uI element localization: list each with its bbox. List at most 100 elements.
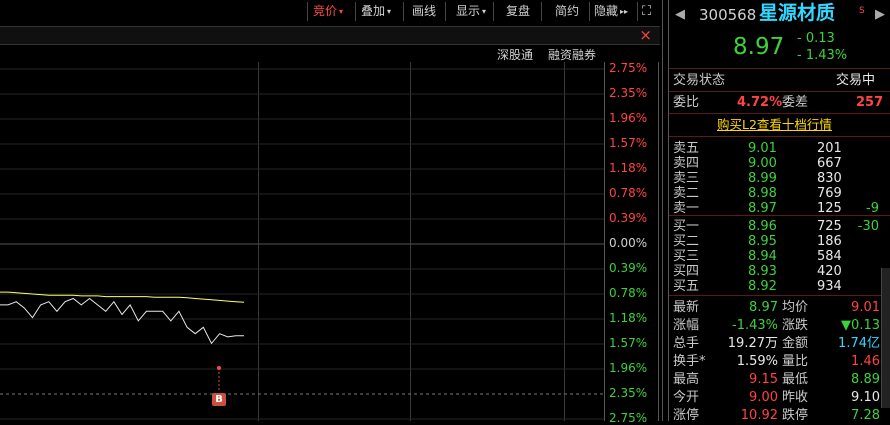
book-level-volume: 769 bbox=[817, 186, 842, 201]
toolbar-button-draw[interactable]: 画线 bbox=[403, 2, 445, 21]
last-price: 8.97 bbox=[733, 34, 785, 60]
toolbar-button-display[interactable]: 显示 ▾ bbox=[445, 2, 493, 21]
book-level-label: 买四 bbox=[673, 264, 700, 279]
stat-label: 均价 bbox=[782, 300, 809, 315]
panel-divider bbox=[662, 0, 663, 421]
divider bbox=[669, 91, 890, 92]
stat-label: 总手 bbox=[673, 336, 700, 351]
book-level-change: -9 bbox=[866, 201, 879, 216]
margin-trading-label[interactable]: 融资融券 bbox=[548, 46, 596, 63]
book-level-label: 卖二 bbox=[673, 186, 700, 201]
divider bbox=[669, 68, 890, 69]
y-tick-label: 1.96% bbox=[609, 111, 648, 125]
book-level-volume: 186 bbox=[817, 234, 842, 249]
book-level-volume: 667 bbox=[817, 156, 842, 171]
next-stock-icon[interactable]: ▶ bbox=[875, 6, 885, 24]
book-level-change: -30 bbox=[857, 219, 879, 234]
chart-header-bar: × bbox=[0, 26, 660, 45]
stat-value: 19.27万 bbox=[727, 336, 778, 351]
price-chart-svg bbox=[0, 68, 604, 420]
book-level-label: 卖四 bbox=[673, 156, 700, 171]
order-ratio-value: 4.72% bbox=[737, 95, 783, 110]
stat-value: 9.01 bbox=[851, 300, 880, 315]
stat-value: 9.00 bbox=[749, 390, 778, 405]
scrollbar[interactable] bbox=[881, 268, 890, 408]
stat-value: 7.28 bbox=[851, 408, 880, 423]
book-level-label: 买五 bbox=[673, 279, 700, 294]
stat-value: 9.10 bbox=[851, 390, 880, 405]
divider bbox=[669, 113, 890, 114]
y-tick-label: 2.35% bbox=[609, 386, 648, 400]
stock-flag: S bbox=[859, 6, 865, 16]
stat-label: 涨跌 bbox=[782, 318, 809, 333]
quote-panel: ◀ 300568 星源材质 S ▶ 8.97 - 0.13 - 1.43% 交易… bbox=[669, 0, 890, 423]
y-tick-label: 0.00% bbox=[609, 236, 648, 250]
y-tick-label: 0.78% bbox=[609, 286, 648, 300]
toolbar-button-replay[interactable]: 复盘 bbox=[493, 2, 541, 21]
book-level-label: 卖一 bbox=[673, 201, 700, 216]
y-tick-label: 0.39% bbox=[609, 261, 648, 275]
stat-label: 量比 bbox=[782, 354, 809, 369]
book-level-volume: 420 bbox=[817, 264, 842, 279]
stat-value: -1.43% bbox=[732, 318, 778, 333]
book-level-volume: 934 bbox=[817, 279, 842, 294]
book-level-price: 8.94 bbox=[748, 249, 777, 264]
stock-name: 星源材质 bbox=[759, 2, 836, 24]
buy-marker[interactable]: B bbox=[212, 393, 226, 406]
stat-label: 跌停 bbox=[782, 408, 809, 423]
book-level-label: 卖三 bbox=[673, 171, 700, 186]
stat-label: 昨收 bbox=[782, 390, 809, 405]
book-level-label: 买三 bbox=[673, 249, 700, 264]
price-change: - 0.13 bbox=[797, 31, 835, 46]
intraday-chart[interactable]: 2.75% 2.35% 1.96% 1.57% 1.18% 0.78% 0.39% 0.00%… bbox=[0, 61, 660, 425]
book-level-label: 买二 bbox=[673, 234, 700, 249]
prev-stock-icon[interactable]: ◀ bbox=[675, 6, 685, 24]
y-tick-label: 1.57% bbox=[609, 136, 648, 150]
stat-value: 1.46 bbox=[851, 354, 880, 369]
y-tick-label: 0.78% bbox=[609, 186, 648, 200]
book-level-price: 9.01 bbox=[748, 141, 777, 156]
stock-code: 300568 bbox=[699, 6, 757, 24]
fullscreen-icon[interactable]: ⛶ bbox=[637, 2, 661, 21]
chart-toolbar: 竞价 ▾ 叠加 ▾ 画线 显示 ▾ 复盘 简约 隐藏 ▸▸ ⛶ bbox=[0, 0, 662, 24]
book-level-price: 8.96 bbox=[748, 219, 777, 234]
toolbar-button-overlay[interactable]: 叠加 ▾ bbox=[355, 2, 403, 21]
hk-connect-label[interactable]: 深股通 bbox=[497, 46, 533, 63]
trade-status-label: 交易状态 bbox=[673, 73, 726, 88]
y-tick-label: 1.18% bbox=[609, 161, 648, 175]
book-level-price: 8.92 bbox=[748, 279, 777, 294]
y-tick-label: 1.57% bbox=[609, 336, 648, 350]
order-diff-label: 委差 bbox=[782, 95, 809, 110]
toolbar-button-simple[interactable]: 简约 bbox=[541, 2, 589, 21]
panel-divider bbox=[658, 62, 659, 421]
stat-label: 最高 bbox=[673, 372, 700, 387]
stat-value: ▼0.13 bbox=[841, 318, 880, 333]
stat-value: 8.97 bbox=[749, 300, 778, 315]
book-level-volume: 584 bbox=[817, 249, 842, 264]
stat-value: 1.74亿 bbox=[838, 336, 880, 351]
stat-label: 换手* bbox=[673, 354, 706, 369]
price-line bbox=[0, 297, 244, 345]
toolbar-button-hide[interactable]: 隐藏 ▸▸ bbox=[589, 2, 637, 21]
book-level-price: 8.95 bbox=[748, 234, 777, 249]
book-level-price: 8.97 bbox=[748, 201, 777, 216]
divider bbox=[669, 136, 890, 137]
stat-value: 9.15 bbox=[749, 372, 778, 387]
book-level-volume: 201 bbox=[817, 141, 842, 156]
y-tick-label: 1.96% bbox=[609, 361, 648, 375]
order-diff-value: 257 bbox=[856, 95, 884, 110]
stat-label: 今开 bbox=[673, 390, 700, 405]
divider bbox=[669, 295, 890, 296]
book-level-volume: 725 bbox=[817, 219, 842, 234]
trade-status-value: 交易中 bbox=[836, 73, 876, 88]
toolbar-button-auction[interactable]: 竞价 ▾ bbox=[307, 2, 355, 21]
close-icon[interactable]: × bbox=[639, 26, 652, 44]
book-level-price: 8.98 bbox=[748, 186, 777, 201]
stat-value: 10.92 bbox=[740, 408, 778, 423]
l2-upgrade-link[interactable]: 购买L2查看十档行情 bbox=[717, 116, 832, 134]
stat-value: 8.89 bbox=[851, 372, 880, 387]
marker-dot bbox=[217, 366, 221, 370]
divider bbox=[669, 215, 890, 216]
book-level-volume: 830 bbox=[817, 171, 842, 186]
book-level-label: 卖五 bbox=[673, 141, 700, 156]
